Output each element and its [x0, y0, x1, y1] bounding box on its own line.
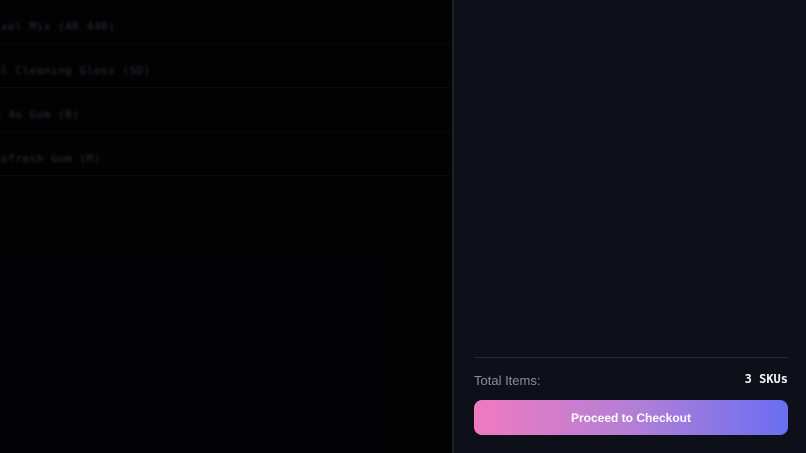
app-root: ixel Mix (AR 440) al Cleaning Gloss (SD)…	[0, 0, 806, 453]
list-item: n 4o Gum (B)	[0, 88, 452, 132]
list-item: ixel Mix (AR 440)	[0, 0, 452, 44]
list-item-label: ixel Mix (AR 440)	[0, 20, 116, 33]
list-item-label: al Cleaning Gloss (SD)	[0, 64, 151, 77]
product-list: ixel Mix (AR 440) al Cleaning Gloss (SD)…	[0, 0, 452, 176]
cart-footer: Total Items: 3 SKUs Proceed to Checkout	[474, 357, 788, 435]
list-item-label: n 4o Gum (B)	[0, 108, 80, 121]
total-items-label: Total Items:	[474, 373, 541, 388]
total-items-row: Total Items: 3 SKUs	[474, 358, 788, 400]
proceed-to-checkout-button[interactable]: Proceed to Checkout	[474, 400, 788, 435]
list-item: tofresh Gum (M)	[0, 132, 452, 176]
list-item-label: tofresh Gum (M)	[0, 152, 101, 165]
product-list-backdrop[interactable]: ixel Mix (AR 440) al Cleaning Gloss (SD)…	[0, 0, 452, 453]
list-item: al Cleaning Gloss (SD)	[0, 44, 452, 88]
total-items-value: 3 SKUs	[744, 372, 788, 386]
cart-drawer: Total Items: 3 SKUs Proceed to Checkout	[454, 0, 806, 453]
